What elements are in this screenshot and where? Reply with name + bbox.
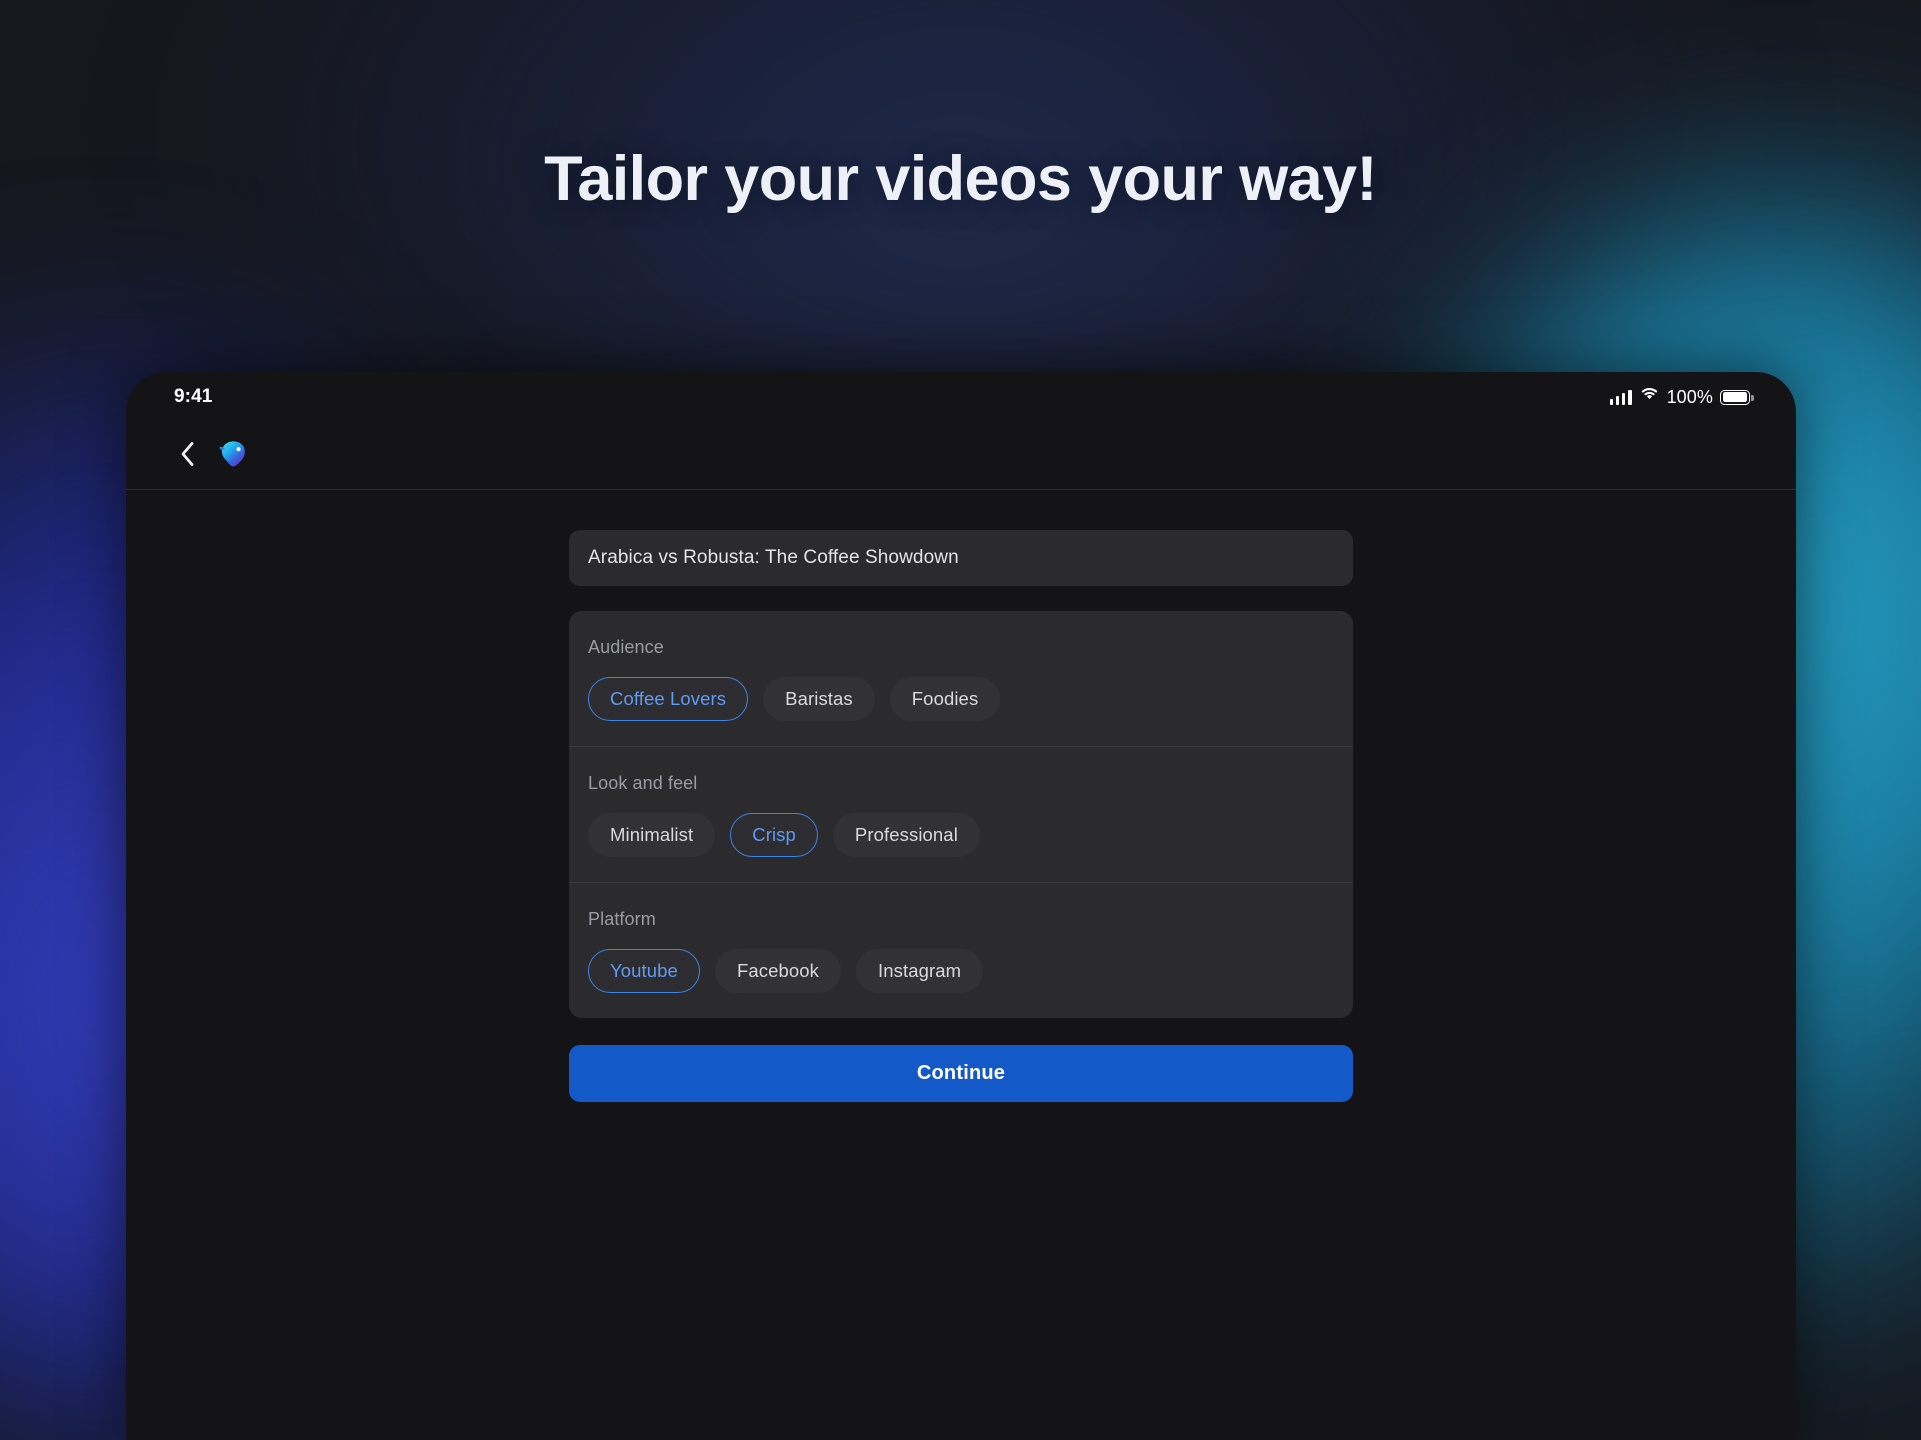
- option-chip[interactable]: Professional: [832, 813, 980, 857]
- battery-full-icon: [1720, 389, 1754, 405]
- option-chip[interactable]: Crisp: [730, 813, 818, 857]
- option-chip[interactable]: Minimalist: [588, 813, 716, 857]
- option-group: Platform Youtube Facebook Instagram: [569, 882, 1353, 1018]
- status-indicators: 100%: [1609, 386, 1754, 408]
- option-group-label: Look and feel: [588, 773, 698, 793]
- options-card: Audience Coffee Lovers Baristas Foodies Look…: [569, 611, 1353, 1018]
- chevron-left-icon: [181, 441, 193, 466]
- option-group: Look and feel Minimalist Crisp Professional: [569, 746, 1353, 882]
- status-time: 9:41: [174, 386, 213, 407]
- option-chip-row: Coffee Lovers Baristas Foodies: [588, 677, 1334, 721]
- device-frame: 9:41 100% Arabica vs Robusta: The Coffee…: [126, 372, 1796, 1440]
- screen-content: Audience Coffee Lovers Baristas Foodies Look…: [126, 490, 1796, 1439]
- wifi-icon: [1639, 386, 1660, 408]
- option-group-label: Audience: [588, 637, 664, 657]
- option-chip[interactable]: Youtube: [588, 949, 700, 993]
- video-title-input[interactable]: [569, 530, 1353, 586]
- option-chip-row: Youtube Facebook Instagram: [588, 949, 1334, 993]
- option-chip[interactable]: Facebook: [714, 949, 841, 993]
- option-group-label: Platform: [588, 909, 656, 929]
- page-title: Tailor your videos your way!: [544, 144, 1377, 214]
- option-chip[interactable]: Baristas: [763, 677, 875, 721]
- option-group: Audience Coffee Lovers Baristas Foodies: [569, 611, 1353, 746]
- continue-button[interactable]: Continue: [569, 1045, 1353, 1102]
- option-chip-row: Minimalist Crisp Professional: [588, 813, 1334, 857]
- battery-percent-label: 100%: [1666, 387, 1713, 407]
- cellular-signal-icon: [1609, 389, 1632, 405]
- form-column: Audience Coffee Lovers Baristas Foodies Look…: [569, 530, 1353, 1102]
- option-chip[interactable]: Foodies: [889, 677, 1001, 721]
- option-chip[interactable]: Instagram: [855, 949, 984, 993]
- option-chip[interactable]: Coffee Lovers: [588, 677, 749, 721]
- app-logo-icon: [219, 440, 245, 467]
- back-button[interactable]: [174, 439, 200, 469]
- nav-bar: [126, 418, 1796, 490]
- status-bar: 9:41 100%: [126, 372, 1796, 418]
